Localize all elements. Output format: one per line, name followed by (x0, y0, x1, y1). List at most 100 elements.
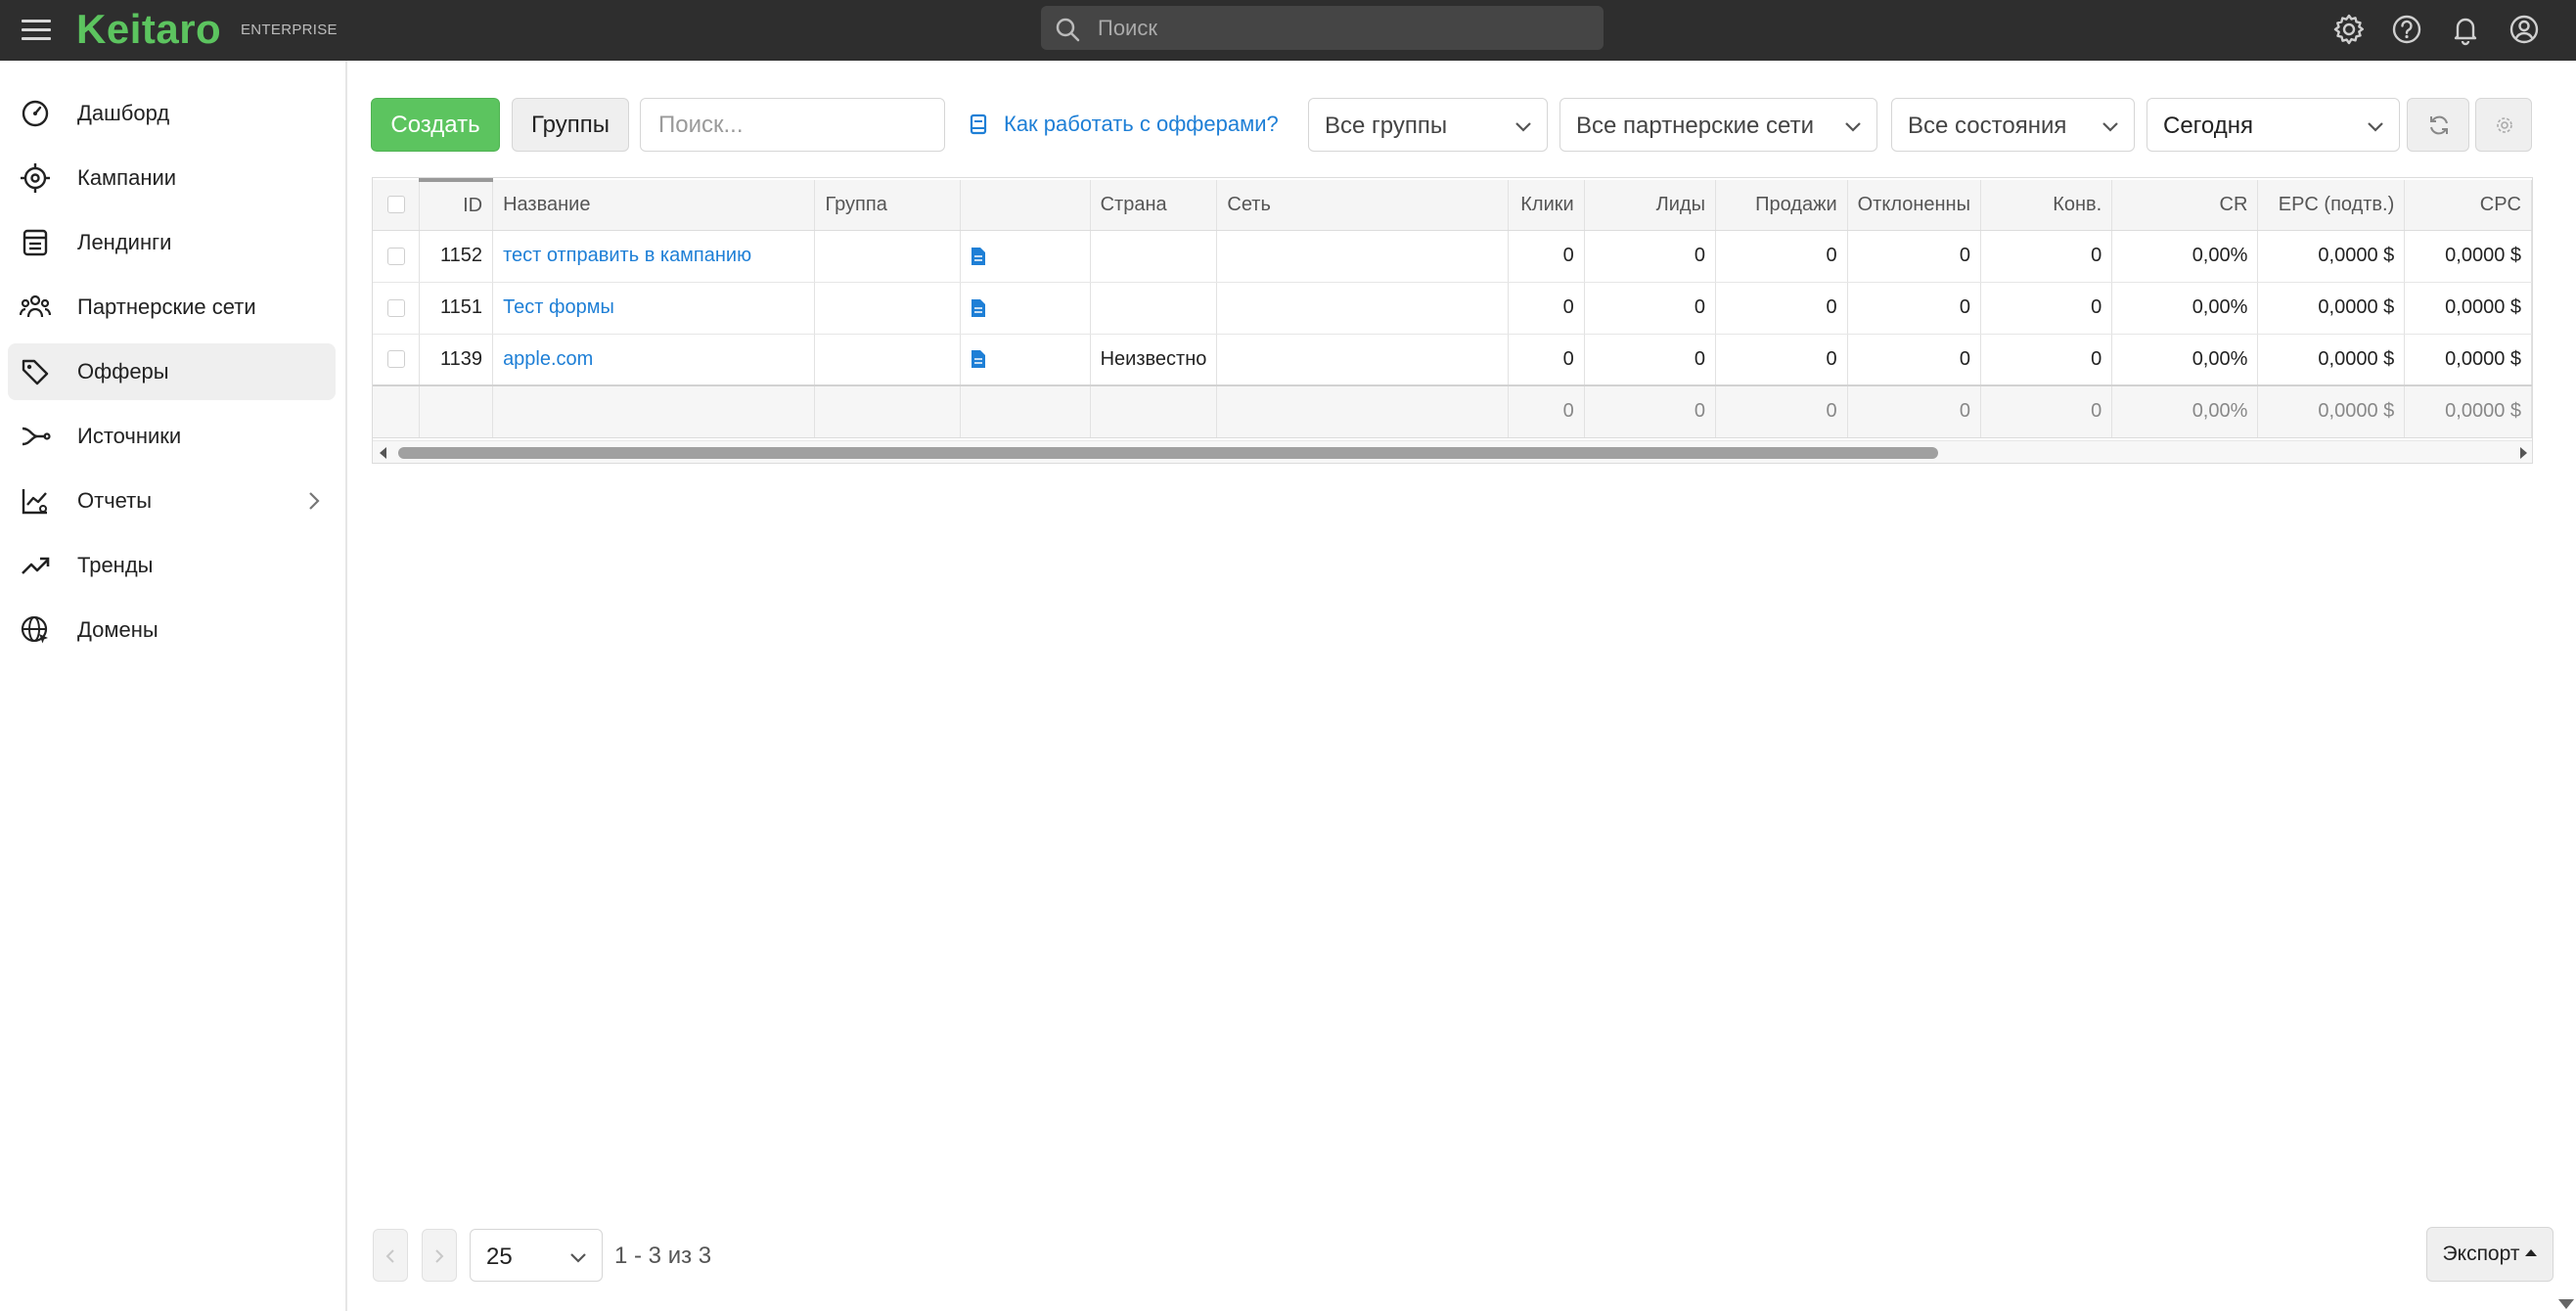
sidebar-item-campaigns[interactable]: Кампании (8, 150, 336, 206)
cell-rejected: 0 (1847, 334, 1981, 386)
chevron-right-icon (309, 492, 320, 510)
column-header-leads[interactable]: Лиды (1584, 180, 1716, 231)
global-search-input[interactable] (1098, 14, 1587, 43)
user-account-icon[interactable] (2508, 13, 2541, 46)
column-header-cpc[interactable]: CPC (2404, 180, 2532, 231)
column-header-sales[interactable]: Продажи (1715, 180, 1848, 231)
chevron-down-icon (1515, 122, 1531, 132)
column-header-id[interactable]: ID (419, 178, 494, 231)
next-page-button[interactable] (422, 1229, 457, 1282)
cell-country (1090, 282, 1218, 335)
app-edition: ENTERPRISE (241, 22, 338, 38)
offer-name-link[interactable]: тест отправить в кампанию (503, 245, 751, 266)
column-header-conversions[interactable]: Конв. (1980, 180, 2113, 231)
chevron-down-icon (2102, 122, 2118, 132)
cell-type (960, 230, 1091, 283)
top-bar: Keitaro ENTERPRISE (0, 0, 2576, 61)
totals-empty-cell (373, 385, 421, 438)
cell-name: Тест формы (492, 282, 816, 335)
cell-clicks: 0 (1508, 334, 1585, 386)
groups-filter-select[interactable]: Все группы (1308, 98, 1548, 152)
row-checkbox[interactable] (386, 298, 405, 317)
row-checkbox-cell[interactable] (373, 334, 421, 386)
sidebar-item-sources[interactable]: Источники (8, 408, 336, 465)
export-button[interactable]: Экспорт (2426, 1227, 2553, 1282)
gear-icon[interactable] (2332, 13, 2366, 46)
global-search[interactable] (1041, 6, 1604, 50)
scrollbar-thumb[interactable] (398, 447, 1938, 459)
document-icon[interactable] (971, 298, 986, 318)
document-icon[interactable] (971, 247, 986, 266)
refresh-button[interactable] (2407, 98, 2469, 152)
table-row[interactable]: 1151 Тест формы 0 0 0 0 0 0,00% 0,0000 $… (373, 282, 2532, 335)
previous-page-button[interactable] (373, 1229, 408, 1282)
column-header-cr[interactable]: CR (2111, 180, 2259, 231)
cell-cpc: 0,0000 $ (2404, 334, 2532, 386)
bell-icon[interactable] (2449, 13, 2482, 46)
column-header-country[interactable]: Страна (1090, 180, 1218, 231)
column-header-network[interactable]: Сеть (1216, 180, 1509, 231)
column-header-rejected[interactable]: Отклоненны (1847, 180, 1981, 231)
chevron-down-icon (2368, 122, 2383, 132)
select-all-checkbox-cell[interactable] (373, 180, 421, 231)
scroll-right-icon[interactable] (2518, 447, 2528, 459)
cell-type (960, 282, 1091, 335)
scroll-down-icon[interactable] (2558, 1299, 2574, 1309)
select-all-checkbox[interactable] (386, 196, 405, 214)
sidebar-item-domains[interactable]: Домены (8, 602, 336, 658)
table-header-row: ID Название Группа Страна Сеть Клики Лид… (373, 178, 2532, 231)
column-header-epc[interactable]: EPC (подтв.) (2257, 180, 2406, 231)
row-checkbox[interactable] (386, 247, 405, 265)
app-logo[interactable]: Keitaro (76, 6, 221, 53)
help-link-text[interactable]: Как работать с офферами? (1004, 112, 1279, 137)
date-range-select[interactable]: Сегодня (2147, 98, 2400, 152)
row-checkbox-cell[interactable] (373, 282, 421, 335)
cell-id: 1152 (419, 230, 494, 283)
networks-filter-select[interactable]: Все партнерские сети (1559, 98, 1877, 152)
chevron-down-icon (1845, 122, 1861, 132)
sidebar-item-affiliate-networks[interactable]: Партнерские сети (8, 279, 336, 336)
cell-country: Неизвестно (1090, 334, 1218, 386)
offers-search-input[interactable] (640, 98, 945, 152)
document-icon[interactable] (971, 349, 986, 369)
states-filter-value: Все состояния (1908, 113, 2067, 139)
sidebar-item-dashboard[interactable]: Дашборд (8, 85, 336, 142)
table-row[interactable]: 1152 тест отправить в кампанию 0 0 0 0 0… (373, 230, 2532, 283)
help-icon[interactable] (2390, 13, 2423, 46)
per-page-value: 25 (486, 1243, 513, 1270)
column-header-name[interactable]: Название (492, 180, 816, 231)
sidebar-item-offers[interactable]: Офферы (8, 343, 336, 400)
groups-button[interactable]: Группы (512, 98, 629, 152)
sidebar-item-label: Дашборд (77, 101, 170, 125)
columns-settings-button[interactable] (2475, 98, 2532, 152)
create-button[interactable]: Создать (371, 98, 500, 152)
caret-up-icon (2525, 1248, 2538, 1256)
menu-icon[interactable] (22, 16, 51, 45)
sidebar-item-reports[interactable]: Отчеты (8, 473, 336, 529)
networks-filter-value: Все партнерские сети (1576, 113, 1814, 139)
cell-conversions: 0 (1980, 282, 2113, 335)
scroll-left-icon[interactable] (379, 447, 388, 459)
column-header-clicks[interactable]: Клики (1508, 180, 1585, 231)
cell-rejected: 0 (1847, 282, 1981, 335)
column-header-type[interactable] (960, 180, 1091, 231)
sidebar-item-trends[interactable]: Тренды (8, 537, 336, 594)
total-conversions: 0 (1980, 385, 2113, 438)
sidebar-item-label: Тренды (77, 553, 154, 577)
sidebar-item-landings[interactable]: Лендинги (8, 214, 336, 271)
row-checkbox[interactable] (386, 350, 405, 369)
offer-name-link[interactable]: apple.com (503, 348, 593, 370)
totals-empty-cell (814, 385, 961, 438)
offer-name-link[interactable]: Тест формы (503, 296, 614, 318)
column-header-group[interactable]: Группа (814, 180, 961, 231)
states-filter-select[interactable]: Все состояния (1891, 98, 2135, 152)
sidebar-item-label: Отчеты (77, 488, 153, 513)
totals-empty-cell (492, 385, 816, 438)
horizontal-scrollbar[interactable] (373, 440, 2532, 463)
row-checkbox-cell[interactable] (373, 230, 421, 283)
export-label: Экспорт (2442, 1243, 2520, 1265)
table-row[interactable]: 1139 apple.com Неизвестно 0 0 0 0 0 0,00… (373, 334, 2532, 386)
cell-cpc: 0,0000 $ (2404, 282, 2532, 335)
per-page-select[interactable]: 25 (470, 1229, 603, 1282)
totals-empty-cell (1090, 385, 1218, 438)
